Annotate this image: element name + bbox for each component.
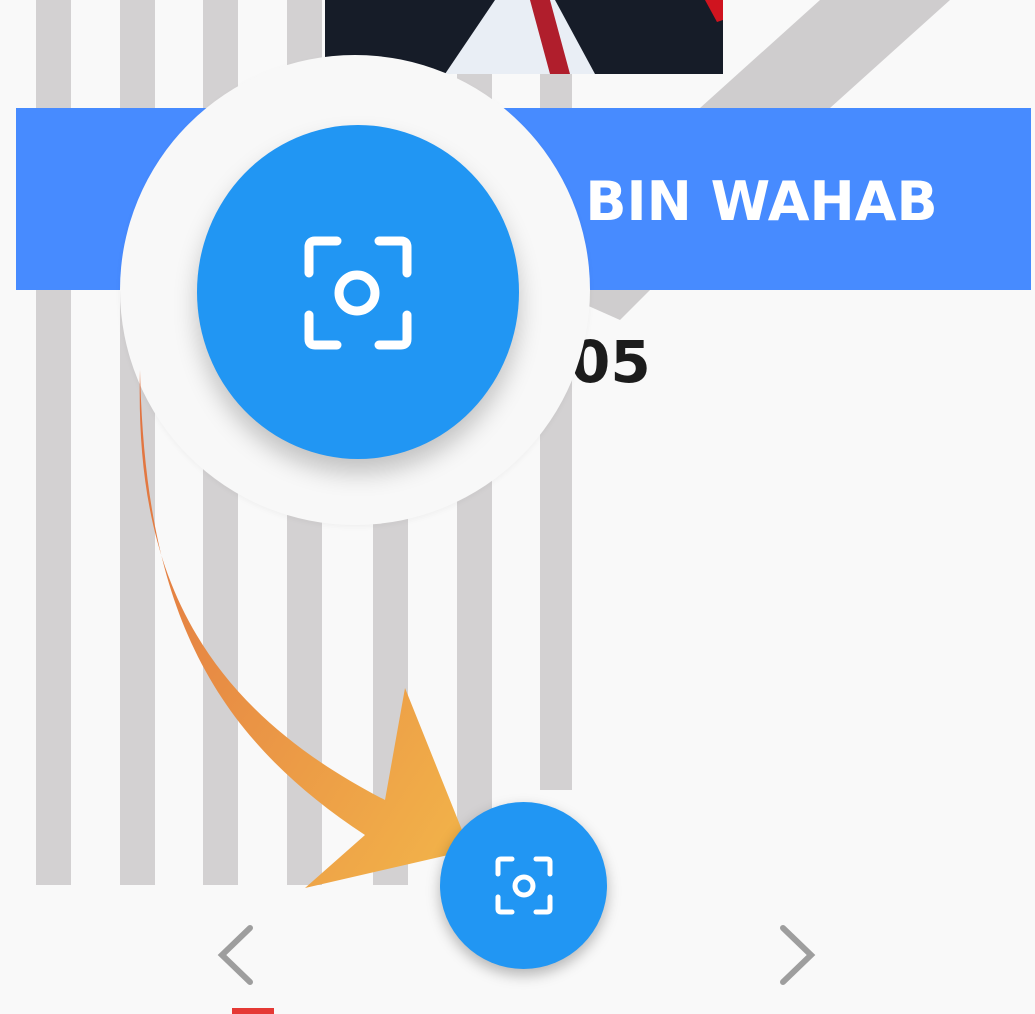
chevron-right-icon [780,925,816,985]
scan-button[interactable] [440,802,607,969]
camera-scan-icon [495,856,553,915]
next-button[interactable] [765,920,825,990]
prev-button[interactable] [210,920,270,990]
chevron-left-icon [217,925,253,985]
page-indicator [232,1008,274,1014]
